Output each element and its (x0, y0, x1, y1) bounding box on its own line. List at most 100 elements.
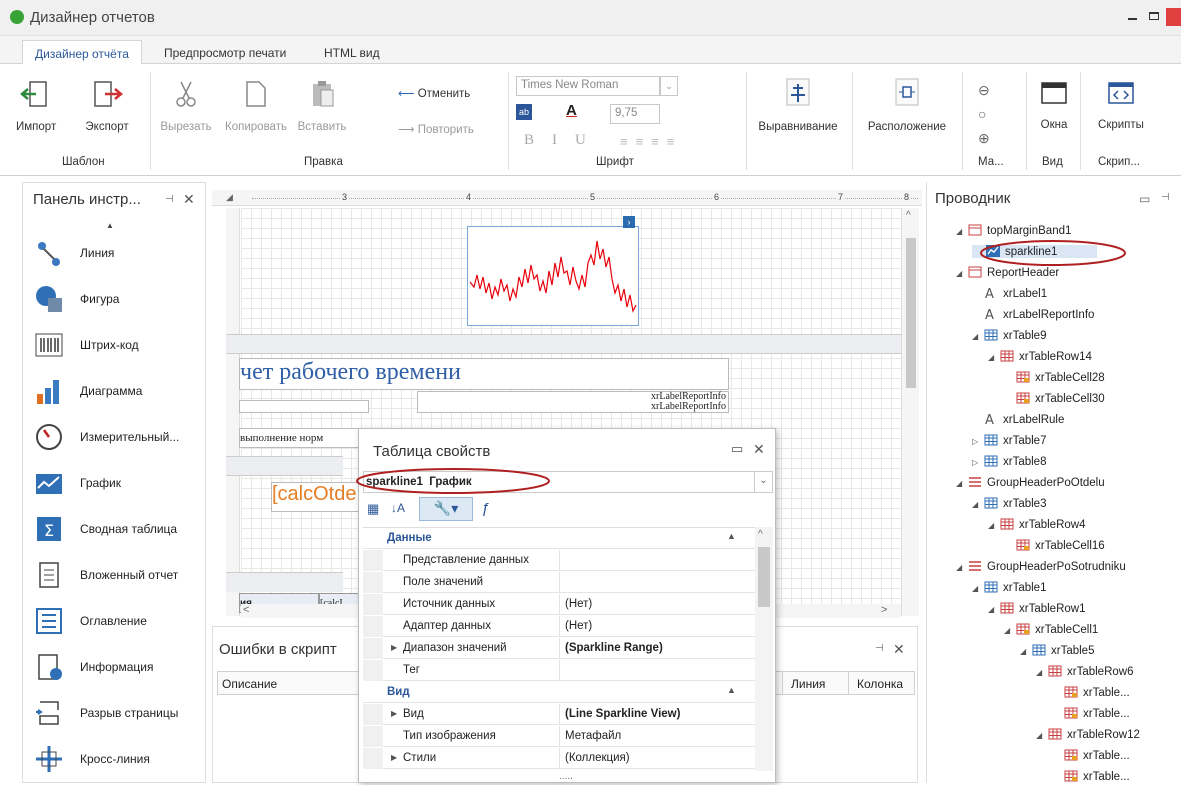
collapse-icon[interactable]: ◢ (972, 332, 984, 341)
sort-alpha-icon[interactable]: ↓A (391, 501, 405, 515)
tab-preview[interactable]: Предпросмотр печати (164, 46, 286, 60)
expand-icon[interactable]: ▶ (391, 709, 397, 718)
font-family-select[interactable]: Times New Roman (516, 76, 660, 96)
report-title-label[interactable]: чет рабочего времени (239, 358, 729, 390)
tree-item[interactable]: ◢ xrTable5 (1020, 644, 1094, 657)
collapse-icon[interactable]: ◢ (972, 584, 984, 593)
tree-item[interactable]: ◢ topMarginBand1 (956, 224, 1071, 237)
tree-item[interactable]: ▷ xrTable8 (972, 455, 1046, 468)
close-icon[interactable]: ✕ (753, 441, 765, 458)
font-size-select[interactable]: 9,75 (610, 104, 660, 124)
tree-item[interactable]: ◢ GroupHeaderPoSotrudniku (956, 560, 1126, 573)
windows-button[interactable]: Окна (1034, 78, 1074, 131)
tree-item[interactable]: AxrLabel1 (972, 287, 1047, 302)
scroll-left-icon[interactable]: < (243, 604, 249, 616)
resize-grip[interactable]: ..... (559, 771, 573, 782)
tab-html-view[interactable]: HTML вид (324, 46, 380, 60)
tree-item[interactable]: ◢ xrTable1 (972, 581, 1046, 594)
toolbox-item[interactable]: Оглавление (34, 604, 204, 638)
expand-icon[interactable]: ▶ (391, 753, 397, 762)
property-category[interactable]: Вид ▲ (363, 682, 755, 703)
expand-icon[interactable]: ▷ (972, 437, 984, 446)
calc-field-label[interactable]: [calcOtde (271, 482, 361, 512)
toolbox-item[interactable]: График (34, 466, 204, 500)
toolbox-item[interactable]: Σ Сводная таблица (34, 512, 204, 546)
collapse-icon[interactable]: ◢ (988, 353, 1000, 362)
function-icon[interactable]: ƒ (481, 500, 489, 517)
zoom-out-icon[interactable]: ⊖ (978, 78, 990, 102)
band-header[interactable] (226, 334, 901, 354)
toolbox-item[interactable]: Диаграмма (34, 374, 204, 408)
tree-item[interactable]: ◢ GroupHeaderPoOtdelu (956, 476, 1105, 489)
property-value[interactable]: (Line Sparkline View) (565, 708, 680, 720)
maximize-button[interactable] (1146, 8, 1164, 26)
collapse-icon[interactable]: ▲ (727, 531, 736, 541)
font-color-icon[interactable]: A (566, 102, 577, 119)
align-button[interactable]: Выравнивание (752, 78, 844, 133)
toolbox-item[interactable]: Измерительный... (34, 420, 204, 454)
property-row[interactable]: ▶ Вид (Line Sparkline View) (363, 704, 755, 725)
expand-icon[interactable]: ▷ (972, 458, 984, 467)
scroll-right-icon[interactable]: > (881, 604, 887, 616)
pin-icon[interactable]: ⊣ (1161, 192, 1170, 203)
collapse-icon[interactable]: ◢ (988, 605, 1000, 614)
tree-item[interactable]: ◢ xrTableRow4 (988, 518, 1085, 531)
categorized-icon[interactable]: ▦ (367, 501, 379, 517)
property-row[interactable]: Источник данных (Нет) (363, 594, 755, 615)
collapse-icon[interactable]: ◢ (1004, 626, 1016, 635)
close-icon[interactable]: ✕ (893, 641, 905, 658)
zoom-buttons[interactable]: ⊖ ○ ⊕ (978, 78, 990, 150)
collapse-icon[interactable]: ◢ (956, 479, 968, 488)
tree-item[interactable]: ◢ xrTableCell1 (1004, 623, 1098, 636)
toolbox-item[interactable]: Кросс-линия (34, 742, 204, 776)
property-row[interactable]: Тег (363, 660, 755, 681)
import-button[interactable]: Импорт (16, 78, 56, 133)
report-info-label[interactable]: xrLabelReportInfo xrLabelReportInfo (417, 391, 729, 413)
layout-button[interactable]: Расположение (858, 78, 956, 133)
font-family-dropdown[interactable]: ⌄ (660, 76, 678, 96)
expand-icon[interactable]: ▶ (391, 643, 397, 652)
property-scrollbar[interactable]: ^ (755, 527, 773, 771)
tree-item[interactable]: xrTableCell16 (1004, 539, 1105, 552)
pin-icon[interactable]: ⊣ (875, 643, 884, 654)
toolbox-item[interactable]: Информация (34, 650, 204, 684)
undo-button[interactable]: ⟵ Отменить (398, 86, 508, 100)
col-column[interactable]: Колонка (848, 672, 909, 694)
collapse-icon[interactable]: ◢ (956, 227, 968, 236)
tree-item[interactable]: xrTableCell30 (1004, 392, 1105, 405)
collapse-icon[interactable]: ▲ (727, 685, 736, 695)
collapse-icon[interactable]: ◢ (956, 563, 968, 572)
scrollbar-thumb[interactable] (758, 547, 770, 607)
tree-item[interactable]: xrTable... (1052, 770, 1130, 783)
property-row[interactable]: ▶ Стили (Коллекция) (363, 748, 755, 769)
collapse-icon[interactable]: ◢ (972, 500, 984, 509)
property-value[interactable]: (Коллекция) (565, 752, 630, 764)
property-value[interactable]: Метафайл (565, 730, 621, 742)
toolbox-item[interactable]: Линия (34, 236, 204, 270)
highlight-color-icon[interactable]: ab (516, 104, 532, 120)
zoom-icon[interactable]: ○ (978, 102, 990, 126)
tree-item[interactable]: ◢ xrTable3 (972, 497, 1046, 510)
scroll-up-icon[interactable]: ^ (758, 529, 763, 540)
tree-item[interactable]: xrTable... (1052, 749, 1130, 762)
tree-item[interactable]: AxrLabelReportInfo (972, 308, 1094, 323)
band-header[interactable] (226, 456, 343, 476)
property-row[interactable]: Поле значений (363, 572, 755, 593)
property-value[interactable]: (Sparkline Range) (565, 642, 663, 654)
wrench-icon[interactable]: 🔧▾ (419, 497, 473, 521)
property-row[interactable]: Адаптер данных (Нет) (363, 616, 755, 637)
sparkline-control[interactable] (467, 226, 639, 326)
toolbox-item[interactable]: Вложенный отчет (34, 558, 204, 592)
redo-button[interactable]: ⟶ Повторить (398, 122, 508, 136)
property-row[interactable]: Тип изображения Метафайл (363, 726, 755, 747)
paste-button[interactable]: Вставить (292, 78, 352, 133)
close-button[interactable] (1166, 8, 1181, 26)
norm-label[interactable]: выполнение норм (239, 428, 359, 448)
tree-item[interactable]: ◢ xrTableRow1 (988, 602, 1085, 615)
minimize-button[interactable] (1124, 8, 1142, 26)
toolbox-item[interactable]: Штрих-код (34, 328, 204, 362)
copy-button[interactable]: Копировать (222, 78, 290, 133)
property-category[interactable]: Данные ▲ (363, 528, 755, 549)
export-button[interactable]: Экспорт (82, 78, 132, 133)
cut-button[interactable]: Вырезать (156, 78, 216, 133)
